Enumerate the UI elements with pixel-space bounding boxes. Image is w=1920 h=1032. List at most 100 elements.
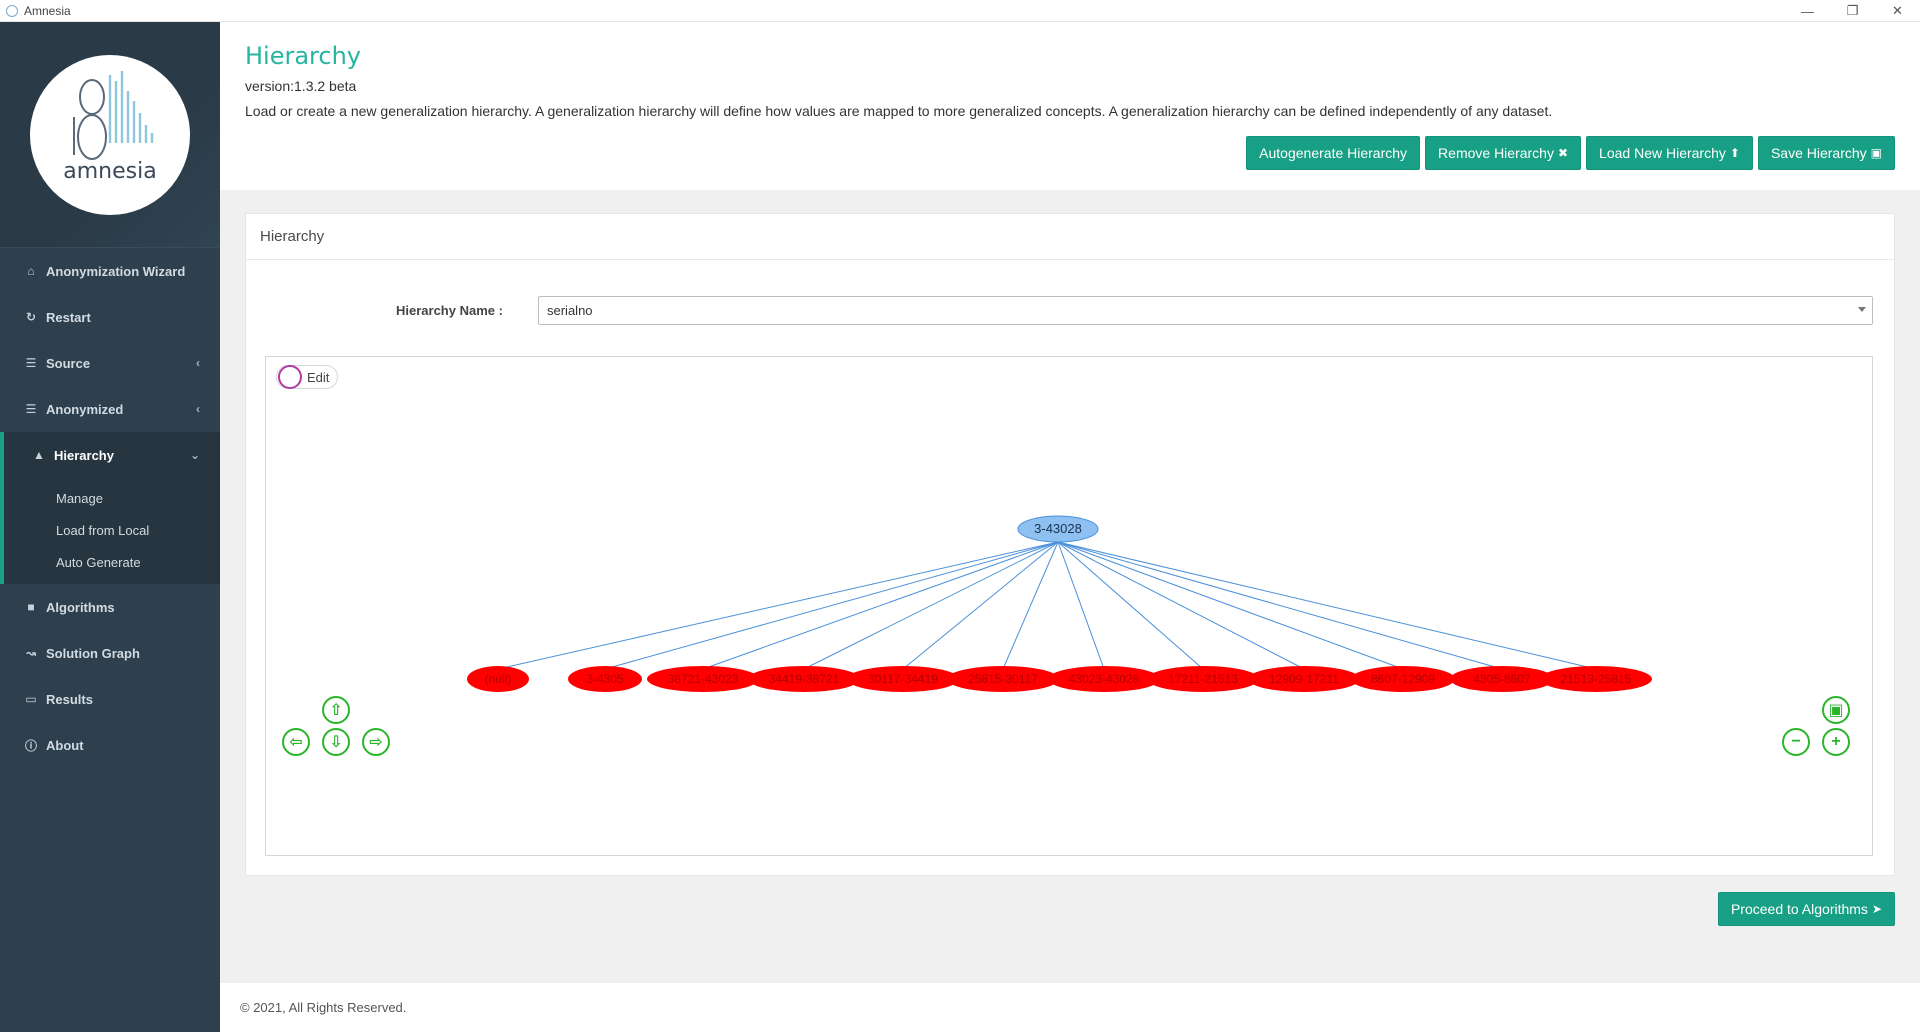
autogenerate-hierarchy-button[interactable]: Autogenerate Hierarchy (1246, 136, 1421, 170)
minimize-button[interactable]: — (1785, 0, 1830, 22)
logo-text: amnesia (63, 158, 157, 184)
fit-view-button[interactable]: ▣ (1822, 696, 1850, 724)
database-icon: ☰ (25, 356, 37, 370)
edit-button[interactable]: Edit (276, 365, 339, 389)
copyright-text: © 2021, All Rights Reserved. (240, 1000, 407, 1015)
sidebar-item-label: Anonymized (46, 401, 124, 417)
graph-node-label: 30117-34419 (868, 672, 938, 686)
chevron-left-icon: ‹ (196, 402, 200, 416)
close-icon: ✖ (1557, 146, 1569, 160)
sidebar-item-label: Algorithms (46, 599, 115, 615)
graph-edge (1057, 541, 1105, 670)
graph-node[interactable]: 12909-17211 (1248, 666, 1360, 692)
graph-edge (803, 541, 1059, 670)
graph-node-label: 8607-12909 (1371, 672, 1435, 686)
sidebar-item-manage[interactable]: Manage (4, 482, 220, 514)
save-hierarchy-button[interactable]: Save Hierarchy ▣ (1757, 136, 1895, 170)
pan-up-button[interactable]: ⇧ (322, 696, 350, 724)
proceed-to-algorithms-button[interactable]: Proceed to Algorithms ➤ (1717, 892, 1895, 926)
arrow-circle-right-icon: ➤ (1871, 902, 1882, 916)
graph-node[interactable]: 34419-38721 (748, 666, 860, 692)
home-icon: ⌂ (27, 264, 35, 278)
arrow-left-icon: ⇦ (289, 734, 303, 751)
graph-node[interactable]: 30117-34419 (847, 666, 959, 692)
graph-edge (902, 541, 1059, 670)
graph-canvas[interactable]: (null) 3-4305 38721-43023 34419-38721 30117-… (266, 357, 1872, 855)
logo-area: amnesia (0, 22, 220, 248)
app-icon (6, 4, 18, 17)
footer: © 2021, All Rights Reserved. (220, 983, 1920, 1032)
edit-label: Edit (307, 369, 330, 385)
graph-node[interactable]: 17211-21513 (1147, 666, 1259, 692)
sidebar-item-label: Restart (46, 309, 91, 325)
hierarchy-name-label: Hierarchy Name : (396, 303, 503, 318)
graph-node[interactable]: 25815-30117 (947, 666, 1059, 692)
sidebar-item-algorithms[interactable]: ■ Algorithms (0, 584, 220, 630)
sidebar-item-label: Results (46, 691, 93, 707)
sidebar-item-anonymization-wizard[interactable]: ⌂ Anonymization Wizard (0, 248, 220, 294)
graph-node-label: (null) (485, 672, 512, 686)
graph-node[interactable]: (null) (467, 666, 529, 692)
sidebar-item-hierarchy[interactable]: ▲ Hierarchy ⌄ (0, 432, 220, 478)
sidebar-item-label: Solution Graph (46, 645, 140, 661)
sidebar-item-solution-graph[interactable]: ↝ Solution Graph (0, 630, 220, 676)
graph-node-label: 34419-38721 (769, 672, 840, 686)
sidebar-item-restart[interactable]: ↻ Restart (0, 294, 220, 340)
graph-edge (702, 541, 1059, 670)
graph-node[interactable]: 43023-43028 (1048, 666, 1160, 692)
graph-node[interactable]: 4305-8607 (1450, 666, 1554, 692)
chevron-down-icon: ⌄ (189, 448, 200, 462)
button-label: Proceed to Algorithms (1730, 901, 1868, 917)
lock-icon: ■ (27, 600, 35, 614)
minus-icon: − (1791, 733, 1801, 750)
arrow-down-icon: ⇩ (329, 734, 343, 751)
sidebar-item-auto-generate[interactable]: Auto Generate (4, 546, 220, 578)
pan-left-button[interactable]: ⇦ (282, 728, 310, 756)
hierarchy-submenu: Manage Load from Local Auto Generate (0, 478, 220, 584)
pan-down-button[interactable]: ⇩ (322, 728, 350, 756)
graph-root-node[interactable]: 3-43028 (1017, 515, 1099, 543)
graph-edge (604, 541, 1059, 670)
sitemap-icon: ▲ (33, 448, 45, 462)
amnesia-logo[interactable]: amnesia (30, 54, 190, 215)
graph-edge (1057, 541, 1404, 670)
plus-icon: + (1831, 733, 1841, 750)
graph-node-label: 12909-17211 (1269, 672, 1339, 686)
hierarchy-name-value: serialno (547, 303, 593, 318)
graph-root-label: 3-43028 (1034, 521, 1082, 536)
remove-hierarchy-button[interactable]: Remove Hierarchy ✖ (1425, 136, 1582, 170)
zoom-in-button[interactable]: + (1822, 728, 1850, 756)
sidebar-item-about[interactable]: ⓘ About (0, 722, 220, 768)
panel-title: Hierarchy (246, 214, 1894, 260)
graph-node[interactable]: 3-4305 (568, 666, 642, 692)
sidebar-item-anonymized[interactable]: ☰ Anonymized ‹ (0, 386, 220, 432)
save-icon: ▣ (1870, 146, 1882, 160)
maximize-button[interactable]: ❐ (1830, 0, 1875, 22)
sidebar-item-source[interactable]: ☰ Source ‹ (0, 340, 220, 386)
hierarchy-graph[interactable]: (null) 3-4305 38721-43023 34419-38721 30117-… (265, 356, 1873, 856)
graph-node[interactable]: 8607-12909 (1351, 666, 1455, 692)
sidebar-item-results[interactable]: ▭ Results (0, 676, 220, 722)
header-actions: Autogenerate Hierarchy Remove Hierarchy … (1246, 136, 1895, 170)
graph-node-label: 43023-43028 (1069, 672, 1140, 686)
sidebar-item-label: Source (46, 355, 91, 371)
button-label: Autogenerate Hierarchy (1259, 145, 1408, 161)
pan-right-button[interactable]: ⇨ (362, 728, 390, 756)
sidebar-item-load-from-local[interactable]: Load from Local (4, 514, 220, 546)
graph-node-label: 38721-43023 (668, 672, 739, 686)
page-description: Load or create a new generalization hier… (245, 103, 1553, 119)
graph-edge (1057, 541, 1597, 670)
graph-node[interactable]: 38721-43023 (647, 666, 759, 692)
sidebar: amnesia ⌂ Anonymization Wizard ↻ Restart… (0, 22, 220, 1032)
graph-node-label: 21513-25815 (1561, 672, 1632, 686)
graph-node[interactable]: 21513-25815 (1540, 666, 1652, 692)
zoom-out-button[interactable]: − (1782, 728, 1810, 756)
sidebar-item-label: Anonymization Wizard (46, 263, 186, 279)
button-label: Remove Hierarchy (1438, 145, 1554, 161)
graph-node-label: 25815-30117 (968, 672, 1038, 686)
laptop-icon: ▭ (25, 692, 37, 706)
close-button[interactable]: ✕ (1875, 0, 1920, 22)
hierarchy-name-select[interactable]: serialno (538, 296, 1873, 325)
load-new-hierarchy-button[interactable]: Load New Hierarchy ⬆ (1586, 136, 1753, 170)
sidebar-item-label: About (46, 737, 84, 753)
